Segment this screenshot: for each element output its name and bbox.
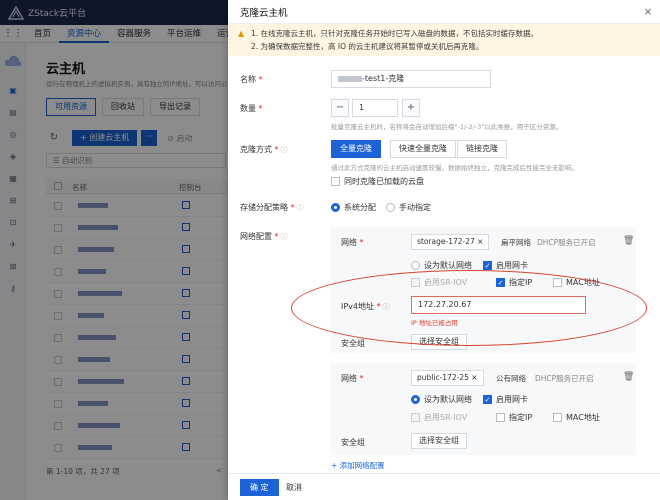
full-clone-option[interactable]: 全量克隆 (331, 140, 381, 158)
default-network-label: 设为默认网络 (424, 395, 472, 404)
required-mark: * (258, 104, 263, 113)
drawer-footer: 确 定 取消 (228, 473, 660, 500)
sriov-label: 启用SR-IOV (424, 413, 468, 422)
manual-assign-radio[interactable] (386, 203, 395, 212)
network-type: 公有网络 (496, 374, 526, 383)
name-label: 名称 * (240, 74, 263, 85)
warning-line-1: ▲ 1. 在线克隆云主机，只针对克隆任务开始时已写入磁盘的数据，不包括实时缓存数据… (238, 27, 650, 40)
close-icon[interactable]: × (641, 5, 655, 18)
sriov-checkbox[interactable] (411, 413, 420, 422)
manual-assign-label: 手动指定 (399, 203, 431, 212)
clone-disk-checkbox[interactable] (331, 177, 340, 186)
count-hint: 批量克隆云主机时，名称将会自动增加后缀"-1/-2/-3"以此类推，用于区分资源… (331, 123, 563, 131)
network-label-text: 网络 (341, 238, 357, 247)
remove-tag-icon[interactable]: × (477, 237, 483, 246)
delete-network-icon[interactable]: 🗑 (623, 372, 634, 382)
redacted-prefix (338, 75, 362, 82)
auto-assign-radio[interactable] (331, 203, 340, 212)
network-label-text: 网络 (341, 374, 357, 383)
mac-checkbox[interactable] (553, 413, 562, 422)
storage-policy-label: 存储分配策略 * ⓘ (240, 202, 304, 213)
select-security-group-button[interactable]: 选择安全组 (411, 433, 467, 449)
enable-nic-checkbox[interactable]: ✓ (483, 261, 492, 270)
clone-method-label: 克隆方式 * ⓘ (240, 144, 288, 155)
clone-method-label-text: 克隆方式 (240, 145, 272, 154)
default-network-radio[interactable] (411, 261, 420, 270)
network-config-label-text: 网络配置 (240, 232, 272, 241)
name-input[interactable]: -test1-克隆 (331, 70, 491, 88)
fast-full-clone-option[interactable]: 快速全量克隆 (390, 140, 456, 158)
security-group-label: 安全组 (341, 339, 365, 348)
required-mark: * (290, 203, 295, 212)
network-tag[interactable]: storage-172-27 × (411, 234, 490, 250)
warning-banner: ▲ 1. 在线克隆云主机，只针对克隆任务开始时已写入磁盘的数据，不包括实时缓存数据… (228, 24, 660, 56)
drawer-title: 克隆云主机 (228, 0, 660, 24)
network-type: 扁平网络 (501, 238, 531, 247)
required-mark: * (274, 232, 279, 241)
confirm-button[interactable]: 确 定 (240, 479, 279, 496)
warning-icon: ▲ (238, 29, 245, 38)
count-decrement-button[interactable]: − (331, 99, 349, 117)
count-increment-button[interactable]: + (402, 99, 420, 117)
storage-policy-label-text: 存储分配策略 (240, 203, 288, 212)
info-icon[interactable]: ⓘ (281, 146, 288, 154)
add-network-link[interactable]: + 添加网络配置 (331, 460, 385, 471)
required-mark: * (359, 238, 364, 247)
network-config-label: 网络配置 * ⓘ (240, 231, 288, 242)
cancel-button[interactable]: 取消 (286, 479, 302, 496)
default-network-radio[interactable] (411, 395, 420, 404)
annotation-ellipse (291, 270, 647, 346)
network-tag-text: storage-172-27 (417, 237, 475, 246)
linked-clone-option[interactable]: 链接克隆 (457, 140, 507, 158)
info-icon[interactable]: ⓘ (281, 233, 288, 241)
fixed-ip-label: 指定IP (509, 413, 533, 422)
clone-vm-drawer: 克隆云主机 × ▲ 1. 在线克隆云主机，只针对克隆任务开始时已写入磁盘的数据，不… (228, 0, 660, 500)
enable-nic-checkbox[interactable]: ✓ (483, 395, 492, 404)
warning-text-2: 2. 为确保数据完整性，高 IO 的云主机建议将其暂停或关机后再克隆。 (251, 42, 484, 51)
warning-line-2: 2. 为确保数据完整性，高 IO 的云主机建议将其暂停或关机后再克隆。 (238, 40, 650, 53)
dhcp-status: DHCP服务已开启 (537, 238, 596, 247)
clone-method-hint: 通过此方式克隆的云主机启动速度较慢，数据始终独立，克隆完成后性能完全无影响。 (331, 164, 578, 172)
name-label-text: 名称 (240, 75, 256, 84)
network-tag-text: public-172-25 (417, 373, 469, 382)
security-group-label: 安全组 (341, 438, 365, 447)
required-mark: * (359, 374, 364, 383)
warning-text-1: 1. 在线克隆云主机，只针对克隆任务开始时已写入磁盘的数据，不包括实时缓存数据。 (251, 29, 539, 38)
network-label: 网络 * (341, 237, 364, 248)
auto-assign-label: 系统分配 (344, 203, 376, 212)
enable-nic-label: 启用网卡 (496, 261, 528, 270)
count-label: 数量 * (240, 103, 263, 114)
name-value: -test1-克隆 (362, 74, 405, 83)
mac-label: MAC地址 (566, 413, 600, 422)
delete-network-icon[interactable]: 🗑 (623, 236, 634, 246)
info-icon[interactable]: ⓘ (297, 204, 304, 212)
network-card-2: 网络 * public-172-25 × 公有网络 DHCP服务已开启 🗑 设为… (331, 363, 636, 455)
network-label: 网络 * (341, 373, 364, 384)
count-input[interactable]: 1 (352, 99, 398, 117)
modal-backdrop[interactable] (0, 0, 228, 500)
enable-nic-label: 启用网卡 (496, 395, 528, 404)
network-tag[interactable]: public-172-25 × (411, 370, 484, 386)
count-label-text: 数量 (240, 104, 256, 113)
fixed-ip-checkbox[interactable] (496, 413, 505, 422)
required-mark: * (274, 145, 279, 154)
clone-disk-label: 同时克隆已加载的云盘 (344, 177, 424, 186)
dhcp-status: DHCP服务已开启 (535, 374, 594, 383)
required-mark: * (258, 75, 263, 84)
remove-tag-icon[interactable]: × (471, 373, 477, 382)
